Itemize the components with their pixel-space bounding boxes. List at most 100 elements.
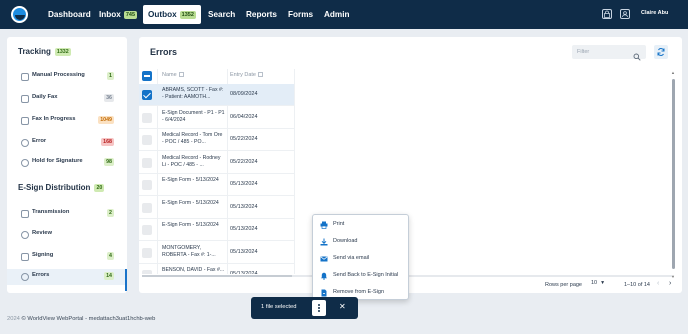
nav-admin[interactable]: Admin [324,5,349,24]
nav-forms[interactable]: Forms [288,5,313,24]
sidebar-item-error[interactable]: Error 168 [7,135,125,151]
column-header-entry-date[interactable]: Entry Date [230,72,263,78]
row-checkbox[interactable] [142,157,152,168]
signing-icon [21,253,29,261]
table-row[interactable]: Medical Record - Tom Ore - POC / 485 - P… [139,129,294,151]
nav-reports[interactable]: Reports [246,5,277,24]
row-checkbox[interactable] [142,135,152,145]
sidebar-item-hold-for-signature[interactable]: Hold for Signature 98 [7,155,125,171]
sidebar-item-signing[interactable]: Signing 4 [7,249,125,265]
nav-inbox-badge: 745 [123,11,138,19]
sidebar: Tracking 1332 Manual Processing 1 Daily F… [7,37,127,293]
remove-document-icon [321,289,327,297]
sidebar-item-count: 1 [107,72,114,80]
sidebar-item-label: Error [32,138,47,144]
row-checkbox[interactable] [142,247,152,258]
refresh-button[interactable] [654,45,668,59]
download-icon [320,238,328,246]
nav-outbox-label: Outbox [148,10,177,19]
nav-outbox[interactable]: Outbox 1352 [143,5,201,24]
table-row[interactable]: BENSON, DAVID - Fax #... 05/13/2024 [139,264,294,274]
table-row[interactable]: E-Sign Document - P1 - P1 - 6/4/2024 06/0… [139,107,294,129]
app-logo-icon[interactable] [11,6,28,23]
sidebar-item-transmission[interactable]: Transmission 2 [7,206,125,222]
selection-bar: 1 file selected ✕ [251,297,358,319]
nav-outbox-badge: 1352 [179,11,196,19]
lock-icon[interactable] [602,9,612,19]
chevron-down-icon: ▼ [600,280,606,286]
sidebar-item-label: Fax In Progress [32,116,76,122]
sidebar-item-fax-in-progress[interactable]: Fax In Progress 1049 [7,113,125,129]
menu-item-send-email[interactable]: Send via email [313,251,408,267]
menu-item-download[interactable]: Download [313,234,408,250]
table-row[interactable]: MONTGOMERY, ROBERTA - Fax #: 1-... 05/13/… [139,242,294,264]
vertical-scrollbar[interactable] [672,79,675,269]
row-checkbox[interactable] [142,112,152,123]
nav-inbox-label: Inbox [99,10,121,19]
row-checkbox[interactable] [142,225,152,235]
sidebar-item-review[interactable]: Review [7,227,125,243]
filter-input[interactable] [577,47,633,57]
filter-box [572,45,646,61]
more-dot [318,310,320,312]
scroll-up-arrow-icon[interactable]: ▲ [671,70,675,75]
more-actions-button[interactable] [312,300,326,316]
sidebar-item-manual-processing[interactable]: Manual Processing 1 [7,69,125,85]
nav-inbox[interactable]: Inbox 745 [99,5,138,24]
table-body: ABRAMS, SCOTT - Fax #: - Patient: AAMOTH… [139,84,294,274]
sidebar-item-label: Errors [32,272,50,278]
close-icon[interactable]: ✕ [339,302,346,311]
row-name: MONTGOMERY, ROBERTA - Fax #: 1-... [162,244,216,258]
nav-search[interactable]: Search [208,5,235,24]
send-icon [21,210,29,218]
select-all-checkbox[interactable] [142,71,152,81]
more-dot [318,307,320,309]
refresh-icon [657,48,665,56]
tracking-section-title: Tracking 1332 [18,47,71,56]
table-row[interactable]: E-Sign Form - 5/13/2024 05/13/2024 [139,197,294,219]
row-entry-date: 05/13/2024 [230,203,258,210]
table-row[interactable]: Medical Record - Rodney Li - POC / 485 -… [139,152,294,174]
row-checkbox[interactable] [142,202,152,213]
table-header: Name Entry Date [139,69,294,83]
table-row[interactable]: E-Sign Form - 5/13/2024 05/13/2024 [139,219,294,241]
row-name: E-Sign Document - P1 - P1 - 6/4/2024 [162,109,225,123]
table-row[interactable]: E-Sign Form - 5/13/2024 05/13/2024 [139,174,294,196]
search-icon[interactable] [633,48,641,66]
menu-item-print[interactable]: Print [313,217,408,233]
sidebar-item-count: 168 [101,138,114,146]
column-header-name[interactable]: Name [162,72,184,78]
sidebar-item-errors[interactable]: Errors 14 [7,269,127,291]
sidebar-item-label: Review [32,230,52,236]
tracking-title-label: Tracking [18,47,51,56]
rows-per-page-select[interactable]: 10 ▼ [591,280,611,290]
row-checkbox[interactable] [142,90,152,100]
nav-dashboard[interactable]: Dashboard [48,5,91,24]
row-name: E-Sign Form - 5/13/2024 [162,199,219,206]
row-entry-date: 06/04/2024 [230,113,258,120]
row-checkbox[interactable] [142,270,152,274]
sidebar-item-count: 4 [107,252,114,260]
horizontal-scrollbar[interactable] [142,275,292,277]
column-menu-icon[interactable] [178,72,184,77]
column-menu-icon[interactable] [257,72,263,77]
warning-icon [21,139,29,147]
row-checkbox[interactable] [142,180,152,190]
selection-count-text: 1 file selected [261,304,297,310]
column-divider [294,69,295,274]
pagination-range: 1–10 of 14 [624,282,650,288]
row-name: E-Sign Form - 5/13/2024 [162,222,219,228]
user-name[interactable]: Claire Abu [641,10,668,16]
row-name: Medical Record - Rodney Li - POC / 485 -… [162,154,221,168]
menu-item-label: Print [333,221,345,227]
table-row[interactable]: ABRAMS, SCOTT - Fax #: - Patient: AAMOTH… [139,84,294,106]
bell-icon [321,272,327,280]
sidebar-item-count: 14 [104,272,114,280]
next-page-icon[interactable]: › [669,280,671,287]
sidebar-item-count: 98 [104,158,114,166]
previous-page-icon[interactable]: ‹ [657,280,659,287]
rows-per-page-label: Rows per page [545,282,582,288]
users-icon[interactable] [620,9,630,19]
sidebar-item-daily-fax[interactable]: Daily Fax 36 [7,91,125,107]
menu-item-send-back-esign[interactable]: Send Back to E-Sign Initial [313,268,408,284]
